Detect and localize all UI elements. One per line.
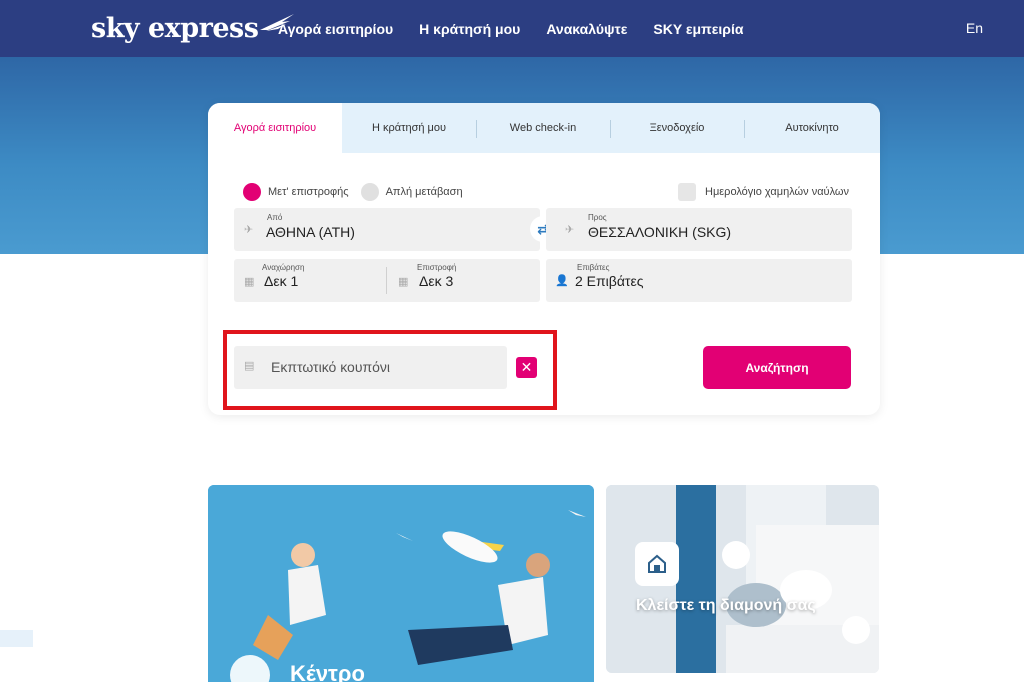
top-navigation-bar: sky express Αγορά εισιτηρίου Η κράτησή μ… — [0, 0, 1024, 57]
return-label: Επιστροφή — [417, 263, 457, 272]
tab-label: Ξενοδοχείο — [649, 122, 705, 134]
coupon-placeholder: Εκπτωτικό κουπόνι — [271, 359, 391, 375]
tab-buy-ticket[interactable]: Αγορά εισιτηρίου — [208, 103, 342, 153]
one-way-radio[interactable] — [360, 183, 379, 201]
coupon-icon: ▤ — [244, 360, 255, 372]
calendar-icon: ▦ — [398, 276, 409, 288]
search-button-label: Αναζήτηση — [745, 360, 809, 375]
round-trip-radio[interactable] — [243, 183, 261, 201]
side-widget-edge[interactable] — [0, 630, 33, 647]
tab-label: Αγορά εισιτηρίου — [233, 122, 317, 134]
one-way-label: Απλή μετάβαση — [385, 186, 463, 198]
passengers-value: 2 Επιβάτες — [575, 273, 644, 289]
tab-my-booking[interactable]: Η κράτησή μου — [342, 103, 476, 153]
round-trip-label: Μετ' επιστροφής — [268, 186, 349, 198]
tab-car[interactable]: Αυτοκίνητο — [744, 103, 880, 153]
from-value: ΑΘΗΝΑ (ATH) — [266, 224, 355, 240]
language-switch[interactable]: En — [966, 20, 983, 36]
sky-express-logo[interactable]: sky express — [91, 12, 295, 46]
nav-buy-ticket[interactable]: Αγορά εισιτηρίου — [278, 21, 393, 37]
passengers-field[interactable]: 👤 Επιβάτες 2 Επιβάτες — [546, 259, 852, 302]
low-fare-label: Ημερολόγιο χαμηλών ναύλων — [705, 186, 849, 198]
promo-travel-image — [208, 485, 594, 682]
to-field[interactable]: ✈ Προς ΘΕΣΣΑΛΟΝΙΚΗ (SKG) — [546, 208, 852, 251]
nav-discover[interactable]: Ανακαλύψτε — [546, 21, 627, 37]
coupon-input[interactable]: ▤ Εκπτωτικό κουπόνι — [234, 346, 507, 389]
from-label: Από — [267, 213, 283, 222]
promo-card-travel[interactable]: Κέντρο — [208, 485, 594, 682]
departure-label: Αναχώρηση — [262, 263, 305, 272]
tab-web-checkin[interactable]: Web check-in — [476, 103, 610, 153]
tab-divider — [610, 120, 611, 138]
tab-divider — [744, 120, 745, 138]
return-value[interactable]: Δεκ 3 — [419, 273, 453, 289]
departure-plane-icon: ✈ — [244, 224, 254, 236]
booking-tabs: Αγορά εισιτηρίου Η κράτησή μου Web check… — [208, 103, 880, 153]
calendar-icon: ▦ — [244, 276, 255, 288]
promo-card-hotel[interactable]: Κλείστε τη διαμονή σας — [606, 485, 879, 673]
person-icon: 👤 — [555, 275, 569, 287]
tab-divider — [476, 120, 477, 138]
tab-hotel[interactable]: Ξενοδοχείο — [610, 103, 744, 153]
departure-value[interactable]: Δεκ 1 — [264, 273, 298, 289]
arrival-plane-icon: ✈ — [565, 224, 575, 236]
from-field[interactable]: ✈ Από ΑΘΗΝΑ (ATH) — [234, 208, 540, 251]
house-icon-graphic — [648, 554, 666, 573]
promo-travel-title: Κέντρο — [290, 661, 365, 682]
to-label: Προς — [588, 213, 607, 222]
passengers-label: Επιβάτες — [577, 263, 610, 272]
nav-sky-experience[interactable]: SKY εμπειρία — [653, 21, 743, 37]
to-value: ΘΕΣΣΑΛΟΝΙΚΗ (SKG) — [588, 224, 732, 240]
promo-hotel-title: Κλείστε τη διαμονή σας — [636, 597, 816, 614]
nav-my-booking[interactable]: Η κράτησή μου — [419, 21, 520, 37]
low-fare-checkbox[interactable] — [678, 183, 696, 201]
trip-type-selector: Μετ' επιστροφής Απλή μετάβαση — [243, 183, 475, 201]
close-icon[interactable]: ✕ — [516, 357, 537, 378]
search-button[interactable]: Αναζήτηση — [703, 346, 851, 389]
tab-label: Αυτοκίνητο — [785, 122, 839, 134]
tab-label: Web check-in — [509, 122, 577, 134]
dates-field[interactable]: ▦ Αναχώρηση Δεκ 1 ▦ Επιστροφή Δεκ 3 — [234, 259, 540, 302]
tab-label: Η κράτησή μου — [371, 122, 446, 134]
low-fare-calendar-option[interactable]: Ημερολόγιο χαμηλών ναύλων — [678, 183, 849, 201]
house-icon — [635, 542, 679, 586]
main-nav: Αγορά εισιτηρίου Η κράτησή μου Ανακαλύψτ… — [278, 0, 769, 57]
date-divider — [386, 267, 387, 294]
logo-text: sky express — [91, 13, 259, 44]
